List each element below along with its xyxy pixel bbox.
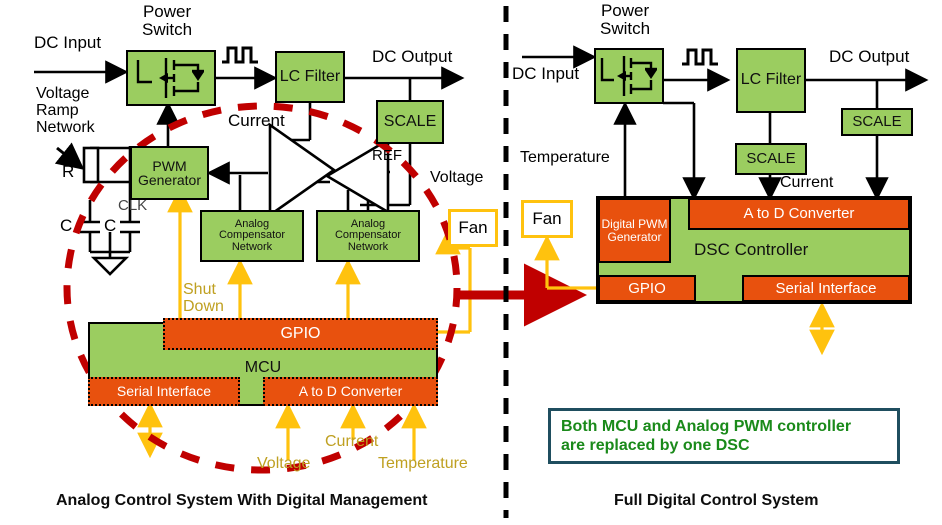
right-temperature-label: Temperature <box>520 149 610 166</box>
right-gpio-block[interactable]: GPIO <box>598 275 696 302</box>
left-serial-interface-block[interactable]: Serial Interface <box>88 377 240 406</box>
callout-line-2: are replaced by one DSC <box>561 437 750 455</box>
left-voltage-ramp-network-label: Voltage Ramp Network <box>36 85 95 136</box>
left-ref-label: REF <box>372 147 402 164</box>
right-dc-input-label: DC Input <box>512 64 580 83</box>
mosfet-symbol <box>600 56 657 96</box>
left-dc-input-label: DC Input <box>34 33 102 52</box>
right-dc-output-label: DC Output <box>829 47 910 66</box>
right-panel-caption: Full Digital Control System <box>614 492 819 509</box>
left-adc-voltage-label: Voltage <box>257 455 311 472</box>
left-panel-caption: Analog Control System With Digital Manag… <box>56 492 428 509</box>
left-pwm-generator-block[interactable]: PWM Generator <box>130 146 209 200</box>
left-analog-compensator-1[interactable]: Analog Compensator Network <box>200 210 304 262</box>
right-current-label: Current <box>780 174 834 191</box>
left-clk-label: CLK <box>118 197 148 214</box>
left-current-label: Current <box>228 111 285 130</box>
left-voltage-label: Voltage <box>430 169 484 186</box>
diagram-canvas: LC Filter SCALE PWM Generator Analog Com… <box>0 0 942 525</box>
left-power-switch-block[interactable] <box>126 50 216 106</box>
left-c2-label: C <box>104 216 117 235</box>
left-adc-current-label: Current <box>325 433 379 450</box>
dsc-replacement-callout: Both MCU and Analog PWM controller are r… <box>548 408 900 465</box>
left-gpio-block[interactable]: GPIO <box>163 318 438 350</box>
left-analog-compensator-2[interactable]: Analog Compensator Network <box>316 210 420 262</box>
right-lc-filter-block[interactable]: LC Filter <box>736 48 806 113</box>
right-power-switch-block[interactable] <box>594 48 664 104</box>
right-fan-block[interactable]: Fan <box>521 200 573 238</box>
right-scale-output-block[interactable]: SCALE <box>841 108 913 136</box>
right-adc-block[interactable]: A to D Converter <box>688 198 910 230</box>
right-digital-pwm-generator-block[interactable]: Digital PWM Generator <box>598 198 671 263</box>
right-scale-current-block[interactable]: SCALE <box>735 143 807 175</box>
right-serial-interface-block[interactable]: Serial Interface <box>742 275 910 302</box>
left-lc-filter-block[interactable]: LC Filter <box>275 51 345 103</box>
callout-line-1: Both MCU and Analog PWM controller <box>561 418 852 435</box>
left-dc-output-label: DC Output <box>372 47 453 66</box>
mosfet-symbol <box>136 58 204 98</box>
left-adc-block[interactable]: A to D Converter <box>263 377 438 406</box>
right-power-switch-label: Power Switch <box>600 1 651 39</box>
left-fan-block[interactable]: Fan <box>448 209 498 247</box>
left-c1-label: C <box>60 216 73 235</box>
left-shut-down-label: Shut Down <box>183 281 224 315</box>
left-adc-temperature-label: Temperature <box>378 455 468 472</box>
left-scale-block[interactable]: SCALE <box>376 100 444 144</box>
left-power-switch-label: Power Switch <box>142 2 193 40</box>
left-r-label: R <box>62 162 75 181</box>
